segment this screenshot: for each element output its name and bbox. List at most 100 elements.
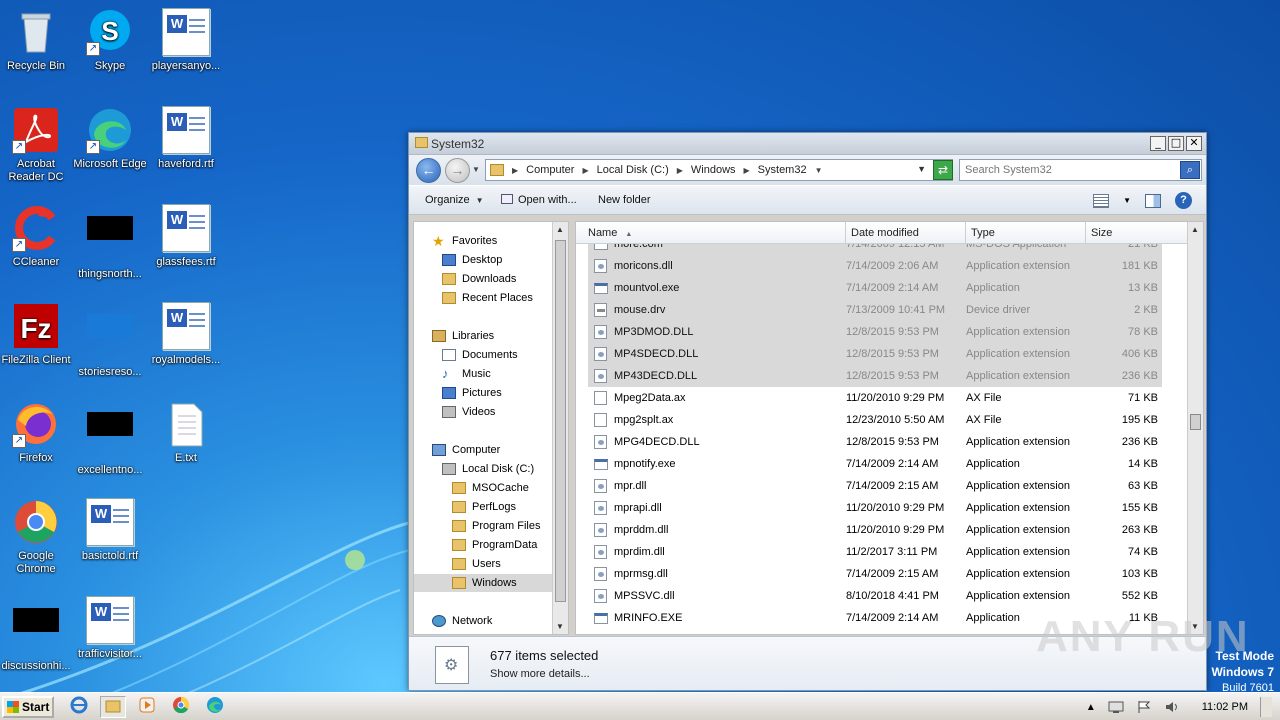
desktop-icon-glassfees[interactable]: W glassfees.rtf	[148, 204, 224, 269]
change-view-icon[interactable]	[1093, 193, 1110, 208]
nav-videos[interactable]: Videos	[442, 403, 495, 421]
nav-users[interactable]: Users	[452, 555, 501, 573]
column-type[interactable]: Type	[966, 222, 1086, 244]
view-options-dropdown-icon[interactable]: ▼	[1123, 196, 1131, 205]
column-name[interactable]: Name ▲	[576, 222, 846, 244]
breadcrumb-chevron-icon[interactable]: ▶	[677, 166, 683, 175]
taskbar-edge[interactable]	[202, 696, 228, 718]
desktop-icon-edge[interactable]: ↗ Microsoft Edge	[72, 106, 148, 171]
desktop-icon-ccleaner[interactable]: ↗ CCleaner	[0, 204, 74, 269]
nav-network[interactable]: Network	[432, 612, 492, 630]
desktop-icon-basictold[interactable]: W basictold.rtf	[72, 498, 148, 563]
taskbar-explorer[interactable]	[100, 696, 126, 718]
desktop-icon-acrobat[interactable]: ↗ Acrobat Reader DC	[0, 106, 74, 184]
nav-desktop[interactable]: Desktop	[442, 251, 502, 269]
desktop-icon-recycle-bin[interactable]: Recycle Bin	[0, 8, 74, 73]
search-icon[interactable]: ⌕	[1180, 161, 1200, 179]
minimize-button[interactable]: _	[1150, 136, 1166, 151]
desktop-icon-discussionhi[interactable]: discussionhi...	[0, 596, 74, 673]
organize-button[interactable]: Organize ▼	[425, 194, 484, 206]
desktop-icon-e-txt[interactable]: E.txt	[148, 400, 224, 465]
scroll-down-icon[interactable]: ▼	[556, 622, 564, 631]
column-size[interactable]: Size	[1086, 222, 1189, 244]
nav-documents[interactable]: Documents	[442, 346, 518, 364]
address-dropdown-icon[interactable]: ▼	[917, 164, 926, 174]
title-bar[interactable]: System32 _ □ ✕	[409, 133, 1206, 155]
file-row[interactable]: mountvol.exe 7/14/2009 2:14 AM Application…	[588, 277, 1162, 299]
file-row[interactable]: mpg2splt.ax 12/23/2010 5:50 AM AX File 195 …	[588, 409, 1162, 431]
close-button[interactable]: ✕	[1186, 136, 1202, 151]
back-button[interactable]: ←	[416, 158, 441, 183]
nav-libraries[interactable]: Libraries	[432, 327, 494, 345]
file-row[interactable]: mprmsg.dll 7/14/2009 2:15 AM Application e…	[588, 563, 1162, 585]
file-row[interactable]: MPSSVC.dll 8/10/2018 4:41 PM Application e…	[588, 585, 1162, 607]
desktop-icon-firefox[interactable]: ↗ Firefox	[0, 400, 74, 465]
new-folder-button[interactable]: New folder	[598, 194, 651, 206]
preview-pane-icon[interactable]	[1145, 193, 1161, 208]
nav-programdata[interactable]: ProgramData	[452, 536, 537, 554]
desktop-icon-skype[interactable]: S ↗ Skype	[72, 8, 148, 73]
navigation-pane[interactable]: ★ Favorites Desktop Downloads Recent Plac…	[413, 221, 569, 635]
nav-recent-places[interactable]: Recent Places	[442, 289, 533, 307]
file-row[interactable]: mprapi.dll 11/20/2010 9:29 PM Application …	[588, 497, 1162, 519]
file-row[interactable]: mouse.drv 7/13/2009 10:41 PM Device driver…	[588, 299, 1162, 321]
file-row[interactable]: mpr.dll 7/14/2009 2:15 AM Application exte…	[588, 475, 1162, 497]
nav-perflogs[interactable]: PerfLogs	[452, 498, 516, 516]
clock[interactable]: 11:02 PM	[1202, 701, 1248, 713]
open-with-button[interactable]: Open with...	[501, 194, 577, 206]
maximize-button[interactable]: □	[1168, 136, 1184, 151]
desktop-icon-excellentno[interactable]: excellentno...	[72, 400, 148, 477]
show-desktop-button[interactable]	[1260, 697, 1272, 717]
help-icon[interactable]: ?	[1175, 192, 1192, 209]
desktop-icon-storiesreso[interactable]: storiesreso...	[72, 302, 148, 379]
file-row[interactable]: mprddm.dll 11/20/2010 9:29 PM Application …	[588, 519, 1162, 541]
column-date-modified[interactable]: Date modified	[846, 222, 966, 244]
file-list[interactable]: Name ▲ Date modified Type Size more.com 7/…	[575, 221, 1204, 635]
file-row[interactable]: MP3DMOD.DLL 12/8/2015 9:53 PM Application …	[588, 321, 1162, 343]
desktop-icon-playersanyo[interactable]: W playersanyo...	[148, 8, 224, 73]
breadcrumb-chevron-icon[interactable]: ▶	[582, 166, 588, 175]
nav-music[interactable]: ♪ Music	[442, 365, 491, 383]
nav-computer[interactable]: Computer	[432, 441, 500, 459]
file-row[interactable]: MPG4DECD.DLL 12/8/2015 9:53 PM Application…	[588, 431, 1162, 453]
nav-local-disk[interactable]: Local Disk (C:)	[442, 460, 534, 478]
file-row[interactable]: moricons.dll 7/14/2009 2:06 AM Application…	[588, 255, 1162, 277]
show-hidden-icons-icon[interactable]: ▲	[1086, 702, 1096, 713]
desktop-icon-royalmodels[interactable]: W royalmodels...	[148, 302, 224, 367]
forward-button[interactable]: →	[445, 158, 470, 183]
navigation-scrollbar[interactable]: ▲ ▼	[552, 222, 568, 634]
desktop-icon-filezilla[interactable]: Fz FileZilla Client	[0, 302, 74, 367]
desktop-icon-haveford[interactable]: W haveford.rtf	[148, 106, 224, 171]
file-row[interactable]: mprdim.dll 11/2/2017 3:11 PM Application e…	[588, 541, 1162, 563]
nav-pictures[interactable]: Pictures	[442, 384, 502, 402]
nav-program-files[interactable]: Program Files	[452, 517, 540, 535]
scrollbar-thumb[interactable]	[555, 240, 566, 602]
start-button[interactable]: Start	[2, 696, 54, 718]
scrollbar-thumb[interactable]	[1190, 414, 1201, 430]
nav-msocache[interactable]: MSOCache	[452, 479, 529, 497]
file-row[interactable]: more.com 7/14/2009 12:15 AM MS-DOS Applica…	[588, 244, 1162, 255]
breadcrumb-chevron-icon[interactable]: ▶	[512, 166, 518, 175]
desktop-icon-thingsnorth[interactable]: thingsnorth...	[72, 204, 148, 281]
nav-favorites[interactable]: ★ Favorites	[432, 232, 497, 250]
taskbar-chrome[interactable]	[168, 696, 194, 718]
scroll-up-icon[interactable]: ▲	[556, 225, 564, 234]
file-list-scrollbar[interactable]: ▲ ▼	[1187, 222, 1203, 634]
volume-icon[interactable]	[1164, 700, 1180, 714]
recent-pages-dropdown-icon[interactable]: ▼	[472, 165, 480, 174]
refresh-button[interactable]: ⇄	[933, 160, 953, 180]
network-tray-icon[interactable]	[1108, 700, 1124, 714]
file-row[interactable]: Mpeg2Data.ax 11/20/2010 9:29 PM AX File 71 …	[588, 387, 1162, 409]
file-row[interactable]: mpnotify.exe 7/14/2009 2:14 AM Application…	[588, 453, 1162, 475]
breadcrumb-local-disk[interactable]: Local Disk (C:)	[597, 164, 669, 176]
breadcrumb-computer[interactable]: Computer	[526, 164, 574, 176]
desktop-icon-chrome[interactable]: Google Chrome	[0, 498, 74, 576]
action-center-flag-icon[interactable]	[1136, 700, 1152, 714]
desktop-icon-trafficvisitor[interactable]: W trafficvisitor...	[72, 596, 148, 661]
breadcrumb-chevron-icon[interactable]: ▶	[744, 166, 750, 175]
scroll-up-icon[interactable]: ▲	[1191, 225, 1199, 234]
taskbar-media-player[interactable]	[134, 696, 160, 718]
file-row[interactable]: MP43DECD.DLL 12/8/2015 9:53 PM Application…	[588, 365, 1162, 387]
search-input[interactable]	[960, 160, 1172, 180]
taskbar-ie[interactable]	[66, 696, 92, 718]
